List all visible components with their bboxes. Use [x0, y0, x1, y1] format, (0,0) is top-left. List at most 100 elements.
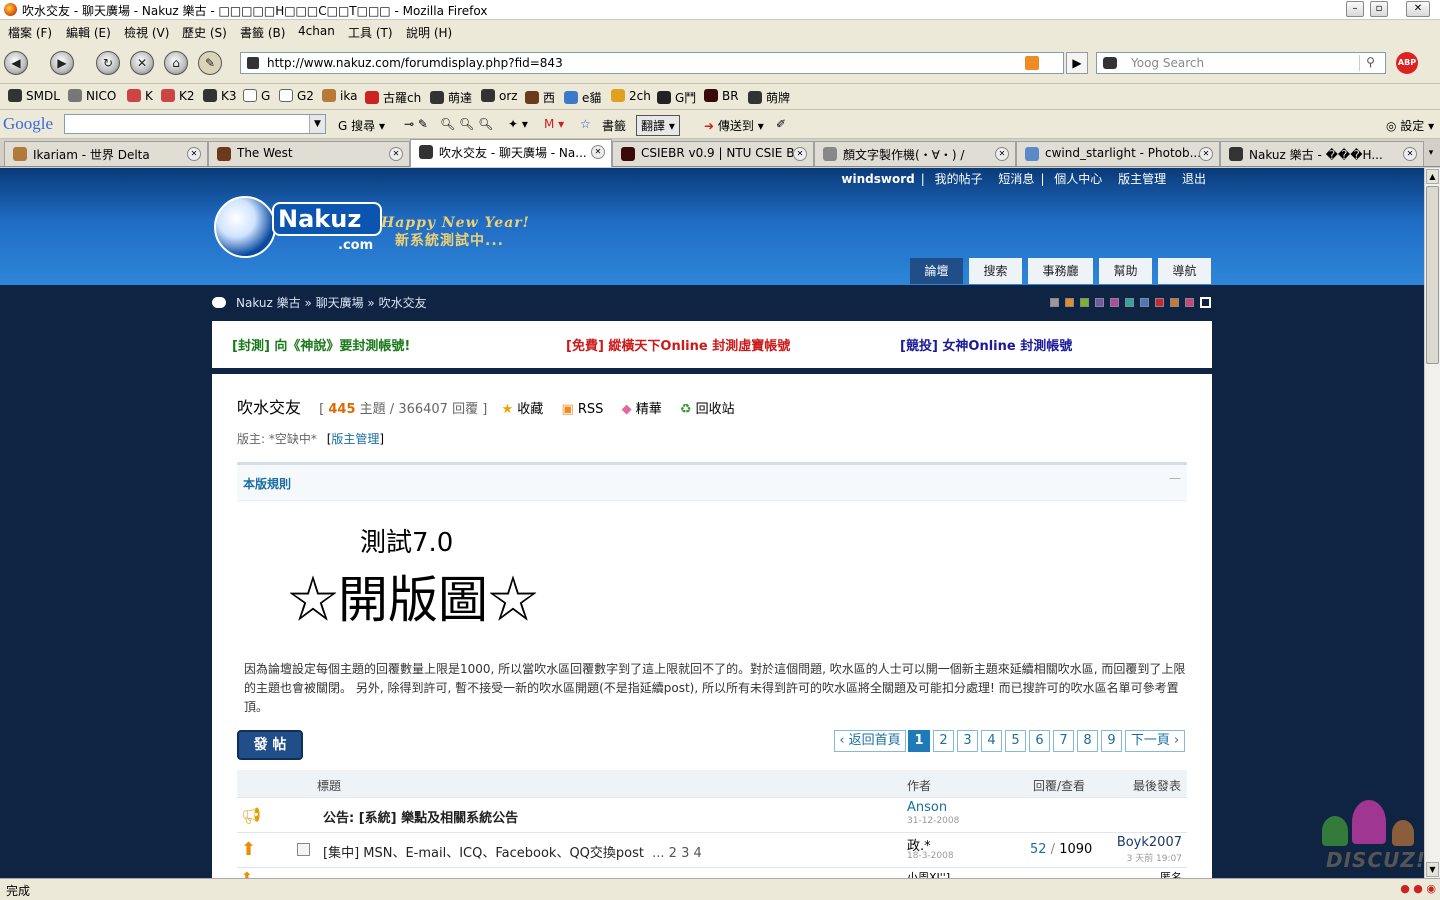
translate-button[interactable]: 翻譯 ▾	[636, 115, 680, 136]
tab-photobucket[interactable]: cwind_starlight - Photob... ✕	[1016, 141, 1220, 166]
dropdown-icon[interactable]: ▼	[309, 115, 325, 133]
ad-link-1[interactable]: [封測] 向《神說》要封測帳號!	[232, 335, 410, 354]
home-icon[interactable]: ⌂	[164, 51, 188, 75]
logout-link[interactable]: 退出	[1182, 172, 1206, 186]
search-icon[interactable]: ⚲	[1359, 55, 1381, 71]
tab-csiebr[interactable]: CSIEBR v0.9 | NTU CSIE B... ✕	[612, 141, 814, 166]
star-icon[interactable]: ☆	[580, 117, 591, 131]
tab-close-icon[interactable]: ✕	[187, 147, 201, 161]
magnify-icons[interactable]: 🔍︎ 🔍︎ 🔍︎	[440, 117, 493, 131]
pencil-icon[interactable]: ✐	[776, 117, 786, 131]
bookmark-ika[interactable]: ika	[322, 89, 357, 103]
page-5[interactable]: 5	[1005, 730, 1026, 752]
menu-bookmarks[interactable]: 書籤 (B)	[240, 24, 285, 41]
menu-edit[interactable]: 編輯 (E)	[66, 24, 111, 41]
thread-title[interactable]: 公告: [系統] 樂點及相關系統公告	[323, 807, 518, 826]
username-link[interactable]: windsword	[841, 172, 914, 186]
maximize-button[interactable]: ▫	[1370, 1, 1388, 17]
scroll-down-icon[interactable]: ▼	[1426, 862, 1439, 877]
tab-close-icon[interactable]: ✕	[995, 147, 1009, 161]
nav-tab-forum[interactable]: 論壇	[910, 258, 963, 284]
theme-swatch[interactable]	[1125, 298, 1134, 307]
nav-tab-help[interactable]: 幫助	[1099, 258, 1152, 284]
bookmark-2ch[interactable]: 2ch	[611, 89, 651, 103]
profile-link[interactable]: 個人中心	[1054, 172, 1102, 186]
page-8[interactable]: 8	[1077, 730, 1098, 752]
page-2[interactable]: 2	[933, 730, 954, 752]
table-row[interactable]: 📢︎ 公告: [系統] 樂點及相關系統公告 Anson 31-12-2008	[237, 798, 1187, 833]
search-engine-icon[interactable]	[1103, 57, 1117, 69]
scroll-thumb[interactable]	[1426, 186, 1439, 364]
bookmark-mengpai[interactable]: 萌牌	[748, 89, 790, 106]
rules-header[interactable]: 本版規則 —	[237, 465, 1187, 501]
url-input[interactable]: http://www.nakuz.com/forumdisplay.php?fi…	[240, 52, 1064, 74]
page-3[interactable]: 3	[957, 730, 978, 752]
menu-tools[interactable]: 工具 (T)	[348, 24, 393, 41]
send-to-button[interactable]: ➜ 傳送到 ▾	[704, 117, 764, 134]
last-poster[interactable]: Boyk2007	[1117, 835, 1182, 850]
theme-swatch[interactable]	[1065, 298, 1074, 307]
tab-close-icon[interactable]: ✕	[389, 147, 403, 161]
nav-tab-navigate[interactable]: 導航	[1158, 258, 1211, 284]
gmail-icon[interactable]: M ▾	[544, 117, 564, 131]
page-7[interactable]: 7	[1053, 730, 1074, 752]
tab-list-button[interactable]: ▾	[1424, 143, 1438, 163]
bookmark-k[interactable]: K	[127, 89, 153, 103]
mod-manage-link[interactable]: 版主管理	[331, 432, 379, 446]
google-bookmarks-button[interactable]: 書籤	[602, 117, 626, 134]
menu-view[interactable]: 檢視 (V)	[124, 24, 169, 41]
tab-close-icon[interactable]: ✕	[591, 145, 605, 159]
theme-swatch[interactable]	[1140, 298, 1149, 307]
tab-close-icon[interactable]: ✕	[793, 147, 807, 161]
collapse-icon[interactable]: —	[1169, 471, 1181, 485]
menu-history[interactable]: 歷史 (S)	[182, 24, 227, 41]
bookmark-nico[interactable]: NICO	[68, 89, 116, 103]
theme-swatch[interactable]	[1200, 297, 1211, 308]
scroll-up-icon[interactable]: ▲	[1426, 169, 1439, 184]
digest-button[interactable]: ◆ 精華	[622, 402, 662, 417]
tab-close-icon[interactable]: ✕	[1199, 147, 1213, 161]
bookmark-orz[interactable]: orz	[481, 89, 518, 103]
theme-swatch[interactable]	[1110, 298, 1119, 307]
messages-link[interactable]: 短消息	[998, 172, 1034, 186]
bookmark-smdl[interactable]: SMDL	[8, 89, 60, 103]
bookmark-guluo[interactable]: 古羅ch	[365, 89, 421, 106]
google-search-input[interactable]: ▼	[64, 114, 326, 134]
back-home-button[interactable]: ‹ 返回首頁	[834, 730, 906, 752]
bookmark-g2[interactable]: G2	[279, 89, 314, 103]
rss-button[interactable]: ▣ RSS	[561, 402, 603, 417]
menu-4chan[interactable]: 4chan	[298, 24, 335, 38]
thread-author[interactable]: Anson	[907, 800, 947, 815]
bookmark-west[interactable]: 西	[525, 89, 555, 106]
site-logo[interactable]: Nakuz .com	[214, 196, 384, 260]
close-button[interactable]: ✕	[1406, 1, 1430, 17]
bookmark-mengda[interactable]: 萌達	[430, 89, 472, 106]
table-row[interactable]: ⬆ 小周XI''] 匿名	[237, 868, 1187, 878]
bookmark-ecat[interactable]: e貓	[564, 89, 601, 106]
table-row[interactable]: ⬆ [集中] MSN、E-mail、ICQ、Facebook、QQ交換post …	[237, 833, 1187, 868]
puzzle-icon[interactable]: ✦ ▾	[508, 117, 528, 131]
minimize-button[interactable]: –	[1346, 1, 1364, 17]
forward-icon[interactable]: ▶	[50, 51, 74, 75]
back-icon[interactable]: ◀	[4, 51, 28, 75]
theme-swatch[interactable]	[1170, 298, 1179, 307]
page-1[interactable]: 1	[908, 730, 930, 752]
thread-title[interactable]: [集中] MSN、E-mail、ICQ、Facebook、QQ交換post ..…	[323, 842, 702, 861]
thread-checkbox[interactable]	[297, 843, 310, 856]
theme-swatch[interactable]	[1080, 298, 1089, 307]
theme-swatch[interactable]	[1050, 298, 1059, 307]
bookmark-gdou[interactable]: G鬥	[657, 89, 696, 106]
status-addon-icons[interactable]: ● ● ◉	[1400, 882, 1436, 895]
theme-swatch[interactable]	[1155, 298, 1164, 307]
page-scrollbar[interactable]: ▲ ▼	[1424, 168, 1440, 878]
ad-link-3[interactable]: [競投] 女神Online 封測帳號	[900, 335, 1072, 354]
tab-close-icon[interactable]: ✕	[1403, 147, 1417, 161]
search-input[interactable]: Yoog Search ⚲	[1096, 52, 1386, 74]
page-6[interactable]: 6	[1029, 730, 1050, 752]
stop-icon[interactable]: ✕	[130, 51, 154, 75]
rss-icon[interactable]	[1025, 56, 1039, 70]
bookmark-g[interactable]: G	[243, 89, 270, 103]
menu-help[interactable]: 說明 (H)	[406, 24, 452, 41]
bookmark-k2[interactable]: K2	[161, 89, 195, 103]
bookmark-k3[interactable]: K3	[203, 89, 237, 103]
